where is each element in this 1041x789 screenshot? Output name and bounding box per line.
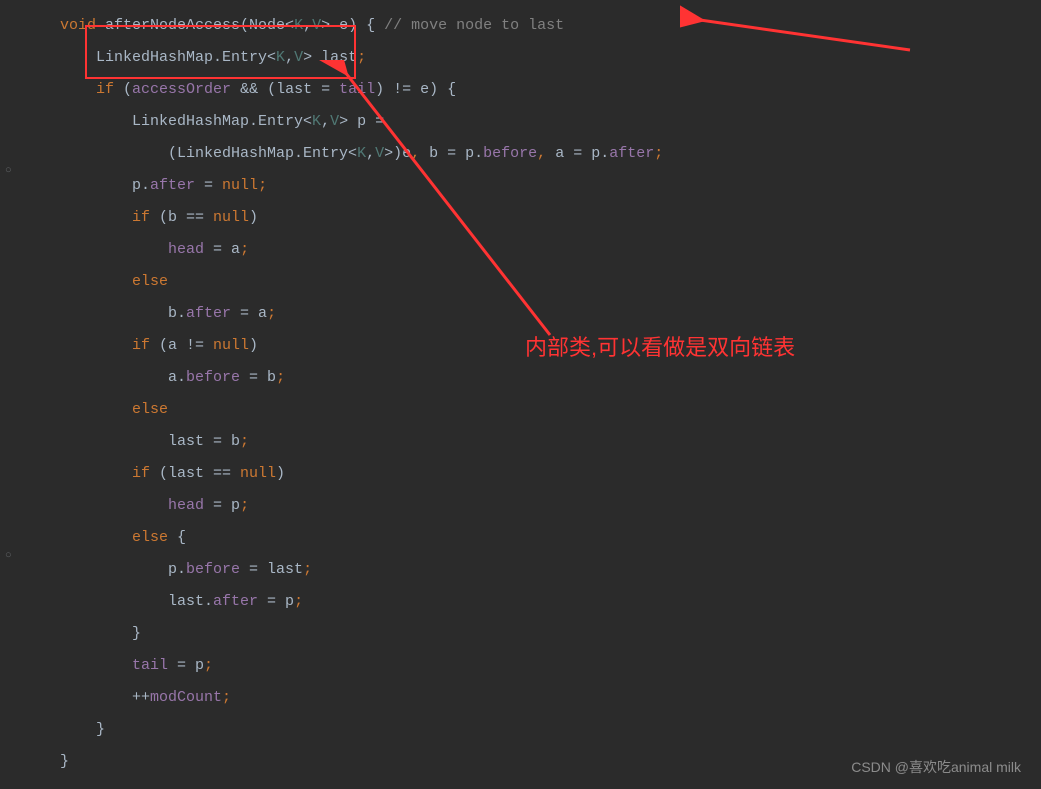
code-line: LinkedHashMap.Entry<K,V> p =	[0, 106, 1041, 138]
code-line: tail = p;	[0, 650, 1041, 682]
code-line: p.after = null;	[0, 170, 1041, 202]
code-line: }	[0, 714, 1041, 746]
keyword-void: void	[60, 17, 96, 34]
code-line: LinkedHashMap.Entry<K,V> last;	[0, 42, 1041, 74]
code-line: ++modCount;	[0, 682, 1041, 714]
code-line: (LinkedHashMap.Entry<K,V>)e, b = p.befor…	[0, 138, 1041, 170]
code-line: last = b;	[0, 426, 1041, 458]
comment: // move node to last	[384, 17, 564, 34]
code-line: if (a != null)	[0, 330, 1041, 362]
gutter-override-icon[interactable]: ○	[5, 155, 17, 167]
code-line: head = a;	[0, 234, 1041, 266]
code-line: else	[0, 394, 1041, 426]
code-line: void afterNodeAccess(Node<K,V> e) { // m…	[0, 10, 1041, 42]
code-line: }	[0, 618, 1041, 650]
code-line: else	[0, 266, 1041, 298]
code-line: b.after = a;	[0, 298, 1041, 330]
code-line: p.before = last;	[0, 554, 1041, 586]
watermark: CSDN @喜欢吃animal milk	[851, 757, 1021, 777]
code-line: head = p;	[0, 490, 1041, 522]
code-line: last.after = p;	[0, 586, 1041, 618]
code-line: if (accessOrder && (last = tail) != e) {	[0, 74, 1041, 106]
code-line: else {	[0, 522, 1041, 554]
gutter-override-icon[interactable]: ○	[5, 540, 17, 552]
code-line: if (last == null)	[0, 458, 1041, 490]
code-line: if (b == null)	[0, 202, 1041, 234]
code-line: a.before = b;	[0, 362, 1041, 394]
code-editor[interactable]: void afterNodeAccess(Node<K,V> e) { // m…	[0, 0, 1041, 778]
